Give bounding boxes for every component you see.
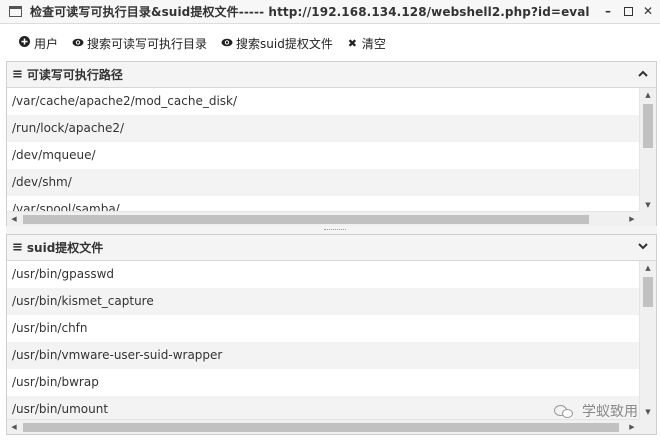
window-controls: – ✕ bbox=[602, 4, 654, 18]
panel-title: suid提权文件 bbox=[26, 241, 104, 255]
splitter-grip[interactable] bbox=[324, 229, 346, 231]
eye-icon bbox=[221, 37, 233, 50]
plus-circle-icon bbox=[19, 36, 30, 50]
list-item[interactable]: /dev/mqueue/ bbox=[7, 142, 639, 169]
scroll-down-icon[interactable]: ▼ bbox=[640, 405, 656, 419]
search-writable-dirs-label: 搜索可读写可执行目录 bbox=[87, 36, 208, 51]
close-icon: ✖ bbox=[347, 36, 357, 50]
writable-dirs-panel: ≡ 可读写可执行路径 /var/cache/apache2/mod_cache_… bbox=[6, 61, 657, 227]
scroll-up-icon[interactable]: ▲ bbox=[640, 88, 656, 102]
list-item[interactable]: /dev/shm/ bbox=[7, 169, 639, 196]
close-icon[interactable]: ✕ bbox=[642, 4, 654, 18]
list-item[interactable]: /usr/bin/umount bbox=[7, 396, 639, 419]
panel-header: ≡ suid提权文件 bbox=[7, 235, 656, 261]
horizontal-scrollbar[interactable]: ◀ ▶ bbox=[7, 211, 639, 226]
search-writable-dirs-button[interactable]: 搜索可读写可执行目录 bbox=[65, 29, 214, 58]
window-titlebar: 检查可读写可执行目录&suid提权文件----- http://192.168.… bbox=[0, 0, 660, 24]
search-suid-files-label: 搜索suid提权文件 bbox=[236, 36, 333, 51]
toolbar: 用户 搜索可读写可执行目录 搜索suid提权文件 ✖ 清空 bbox=[0, 26, 660, 60]
vertical-scrollbar[interactable]: ▲ ▼ bbox=[639, 261, 656, 419]
chevron-up-icon[interactable] bbox=[638, 67, 648, 80]
scroll-thumb[interactable] bbox=[643, 277, 653, 307]
user-button-label: 用户 bbox=[34, 36, 59, 51]
scroll-corner bbox=[639, 419, 656, 434]
window-title: 检查可读写可执行目录&suid提权文件----- http://192.168.… bbox=[30, 5, 590, 19]
list-item[interactable]: /usr/bin/kismet_capture bbox=[7, 288, 639, 315]
search-suid-files-button[interactable]: 搜索suid提权文件 bbox=[214, 29, 340, 58]
list-item[interactable]: /usr/bin/bwrap bbox=[7, 369, 639, 396]
list-rows: /var/cache/apache2/mod_cache_disk/ /run/… bbox=[7, 88, 639, 212]
horizontal-scrollbar[interactable]: ◀ ▶ bbox=[7, 419, 639, 434]
scroll-left-icon[interactable]: ◀ bbox=[7, 420, 21, 435]
panel-splitter[interactable] bbox=[6, 226, 657, 234]
clear-button[interactable]: ✖ 清空 bbox=[340, 29, 393, 58]
list-item[interactable]: /usr/bin/vmware-user-suid-wrapper bbox=[7, 342, 639, 369]
eye-icon bbox=[72, 37, 84, 50]
panel-title: 可读写可执行路径 bbox=[26, 68, 123, 82]
menu-icon: ≡ bbox=[12, 240, 23, 255]
user-button[interactable]: 用户 bbox=[12, 29, 65, 58]
scroll-down-icon[interactable]: ▼ bbox=[640, 198, 656, 212]
wechat-icon bbox=[554, 403, 576, 419]
minimize-icon[interactable]: – bbox=[602, 4, 614, 18]
scroll-left-icon[interactable]: ◀ bbox=[7, 212, 21, 227]
scroll-right-icon[interactable]: ▶ bbox=[625, 420, 639, 435]
suid-files-list[interactable]: /usr/bin/gpasswd /usr/bin/kismet_capture… bbox=[7, 261, 656, 419]
scroll-thumb[interactable] bbox=[23, 215, 589, 224]
writable-dirs-list[interactable]: /var/cache/apache2/mod_cache_disk/ /run/… bbox=[7, 88, 656, 212]
chevron-down-icon[interactable] bbox=[638, 240, 648, 253]
scroll-up-icon[interactable]: ▲ bbox=[640, 261, 656, 275]
scroll-corner bbox=[639, 211, 656, 226]
window-icon bbox=[9, 6, 22, 17]
watermark-text: 学蚁致用 bbox=[582, 404, 638, 420]
list-item[interactable]: /var/spool/samba/ bbox=[7, 196, 639, 212]
list-item[interactable]: /var/cache/apache2/mod_cache_disk/ bbox=[7, 88, 639, 115]
menu-icon: ≡ bbox=[12, 67, 23, 82]
list-item[interactable]: /run/lock/apache2/ bbox=[7, 115, 639, 142]
list-item[interactable]: /usr/bin/chfn bbox=[7, 315, 639, 342]
list-item[interactable]: /usr/bin/gpasswd bbox=[7, 261, 639, 288]
scroll-thumb[interactable] bbox=[643, 104, 653, 148]
scroll-right-icon[interactable]: ▶ bbox=[625, 212, 639, 227]
list-rows: /usr/bin/gpasswd /usr/bin/kismet_capture… bbox=[7, 261, 639, 419]
panel-header: ≡ 可读写可执行路径 bbox=[7, 62, 656, 88]
maximize-icon[interactable] bbox=[622, 4, 634, 18]
clear-button-label: 清空 bbox=[361, 36, 386, 51]
vertical-scrollbar[interactable]: ▲ ▼ bbox=[639, 88, 656, 212]
scroll-thumb[interactable] bbox=[23, 423, 619, 432]
watermark: 学蚁致用 bbox=[554, 401, 638, 421]
